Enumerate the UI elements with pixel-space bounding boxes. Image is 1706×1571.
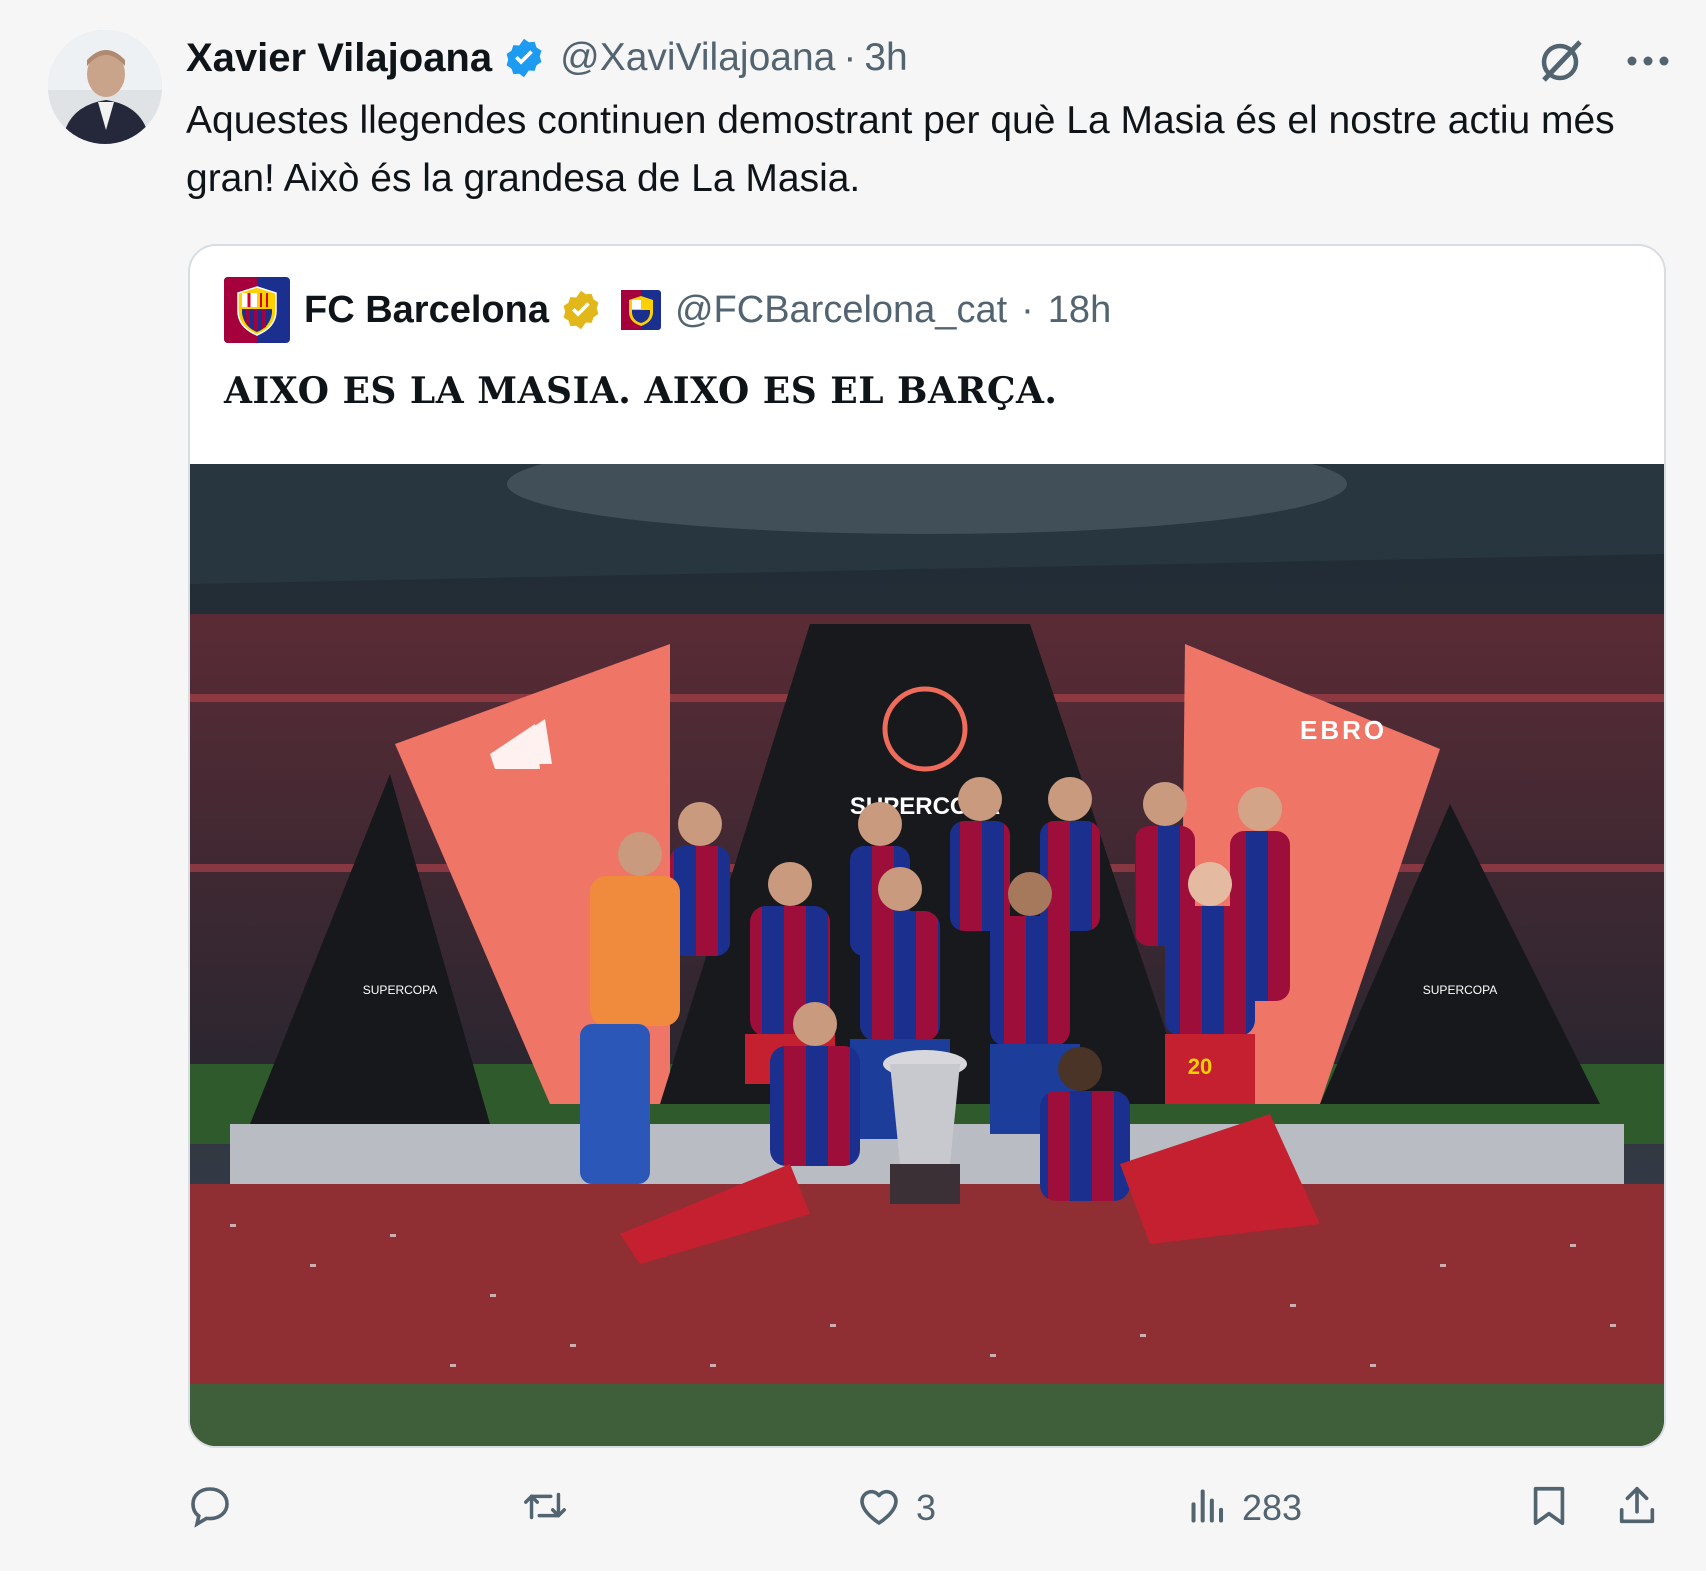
grok-icon[interactable] <box>1536 36 1586 86</box>
like-count: 3 <box>916 1487 937 1528</box>
action-bar: 3 283 <box>186 1468 1676 1548</box>
retweet-icon <box>520 1482 570 1535</box>
affiliation-badge-icon <box>620 290 661 330</box>
timestamp[interactable]: 3h <box>864 36 907 80</box>
side-logo-text-left: SUPERCOPA <box>363 983 437 997</box>
tweet[interactable]: Xavier Vilajoana @XaviVilajoana · 3h Aqu… <box>0 0 1706 1571</box>
quoted-header: FC Barcelona @FCBarcelona_cat · 18h <box>224 277 1111 343</box>
like-button[interactable]: 3 <box>854 1468 936 1548</box>
views-count: 283 <box>1242 1487 1303 1528</box>
avatar-image <box>48 30 162 144</box>
views-icon <box>1186 1484 1230 1533</box>
bookmark-button[interactable] <box>1526 1468 1572 1548</box>
retweet-button[interactable] <box>520 1468 582 1548</box>
side-logo-text: SUPERCOPA <box>1423 983 1497 997</box>
quoted-tweet[interactable]: FC Barcelona @FCBarcelona_cat · 18h AIXO… <box>188 244 1666 1448</box>
bookmark-icon <box>1526 1482 1572 1535</box>
tweet-header: Xavier Vilajoana @XaviVilajoana · 3h <box>186 28 1516 88</box>
separator: · <box>1021 288 1034 331</box>
sponsor-banner-text: EBRO <box>1300 715 1387 745</box>
gold-verified-badge-icon <box>559 288 603 332</box>
share-button[interactable] <box>1614 1468 1660 1548</box>
views-button[interactable]: 283 <box>1186 1468 1302 1548</box>
fcb-avatar[interactable] <box>224 277 290 343</box>
team-photo[interactable]: SUPERCOPA EBRO SUPERCOPA SUPERCOPA 20 <box>190 434 1664 1446</box>
like-icon <box>854 1482 904 1535</box>
reply-button[interactable] <box>186 1468 246 1548</box>
jersey-number: 20 <box>1188 1054 1212 1079</box>
tweet-text: Aquestes llegendes continuen demostrant … <box>186 99 1615 200</box>
quoted-timestamp[interactable]: 18h <box>1048 289 1111 332</box>
quoted-author-name[interactable]: FC Barcelona <box>304 289 549 332</box>
author-avatar[interactable] <box>48 30 162 144</box>
quoted-author-handle[interactable]: @FCBarcelona_cat <box>675 289 1007 332</box>
separator: · <box>843 36 857 79</box>
top-actions <box>1536 36 1670 86</box>
author-name[interactable]: Xavier Vilajoana <box>186 36 492 81</box>
verified-badge-icon <box>502 36 546 80</box>
reply-icon <box>186 1482 234 1535</box>
author-handle[interactable]: @XaviVilajoana <box>560 36 835 80</box>
share-icon <box>1614 1482 1660 1535</box>
team-photo-image: SUPERCOPA EBRO SUPERCOPA SUPERCOPA 20 <box>190 434 1664 1446</box>
more-icon[interactable] <box>1626 55 1670 67</box>
quoted-text: AIXO ES LA MASIA. AIXO ES EL BARÇA. <box>224 370 1058 412</box>
